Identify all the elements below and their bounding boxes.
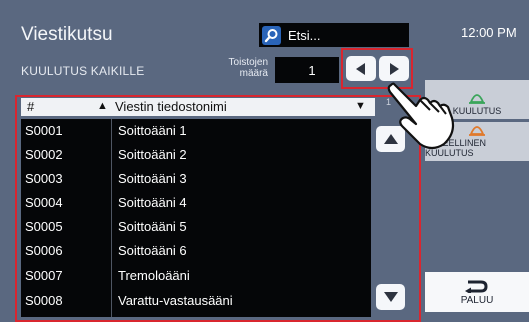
- repeat-count-value[interactable]: 1: [275, 57, 339, 83]
- back-label: PALUU: [460, 294, 494, 306]
- table-row[interactable]: S0001 Soittoääni 1: [21, 119, 371, 143]
- row-name: Soittoääni 6: [118, 243, 187, 258]
- sort-up-icon[interactable]: ▲: [97, 100, 108, 112]
- table-row[interactable]: S0006 Soittoääni 6: [21, 239, 371, 263]
- page-title: Viestikutsu: [21, 24, 113, 45]
- arrow-right-icon: [390, 62, 399, 75]
- repeat-count-label: Toistojen määrä: [212, 57, 268, 79]
- scroll-down-button[interactable]: [376, 284, 405, 310]
- arrow-left-icon: [356, 62, 365, 75]
- return-icon: [465, 280, 488, 293]
- row-name: Soittoääni 3: [118, 171, 187, 186]
- dropdown-icon[interactable]: ▼: [355, 100, 366, 112]
- announce-icon: [469, 94, 485, 104]
- page-subtitle: KUULUTUS KAIKILLE: [21, 64, 145, 78]
- scroll-down-icon: [383, 292, 398, 302]
- search-button[interactable]: Etsi...: [259, 23, 409, 47]
- table-row[interactable]: S0002 Soittoääni 2: [21, 143, 371, 167]
- search-label: Etsi...: [288, 27, 321, 43]
- repeat-label-line2: määrä: [239, 68, 268, 79]
- row-name: Varattu-vastausääni: [118, 293, 233, 308]
- table-row[interactable]: S0005 Soittoääni 5: [21, 215, 371, 239]
- row-id: S0002: [25, 147, 63, 162]
- table-row[interactable]: S0008 Varattu-vastausääni: [21, 289, 371, 313]
- row-id: S0004: [25, 195, 63, 210]
- announce-label: KUULUTUS: [452, 106, 502, 116]
- row-id: S0003: [25, 171, 63, 186]
- row-name: Soittoääni 5: [118, 219, 187, 234]
- clock: 12:00 PM: [461, 25, 517, 40]
- row-name: Soittoääni 2: [118, 147, 187, 162]
- message-list: S0001 Soittoääni 1 S0002 Soittoääni 2 S0…: [21, 119, 371, 317]
- urgent-icon: [469, 126, 485, 136]
- back-button[interactable]: PALUU: [425, 272, 529, 312]
- column-header-name[interactable]: Viestin tiedostonimi: [115, 99, 227, 114]
- row-name: Soittoääni 4: [118, 195, 187, 210]
- search-icon: [262, 25, 281, 45]
- table-row[interactable]: S0007 Tremoloääni: [21, 264, 371, 288]
- row-id: S0006: [25, 243, 63, 258]
- pointing-hand-icon: [387, 82, 455, 150]
- column-header-number[interactable]: #: [27, 99, 34, 114]
- row-id: S0001: [25, 123, 63, 138]
- decrease-button[interactable]: [346, 56, 376, 81]
- table-row[interactable]: S0004 Soittoääni 4: [21, 191, 371, 215]
- row-name: Tremoloääni: [118, 268, 190, 283]
- row-id: S0007: [25, 268, 63, 283]
- table-row[interactable]: S0003 Soittoääni 3: [21, 167, 371, 191]
- repeat-label-line1: Toistojen: [228, 57, 268, 68]
- row-id: S0008: [25, 293, 63, 308]
- table-header: # ▲ Viestin tiedostonimi ▼: [21, 98, 375, 116]
- row-name: Soittoääni 1: [118, 123, 187, 138]
- row-id: S0005: [25, 219, 63, 234]
